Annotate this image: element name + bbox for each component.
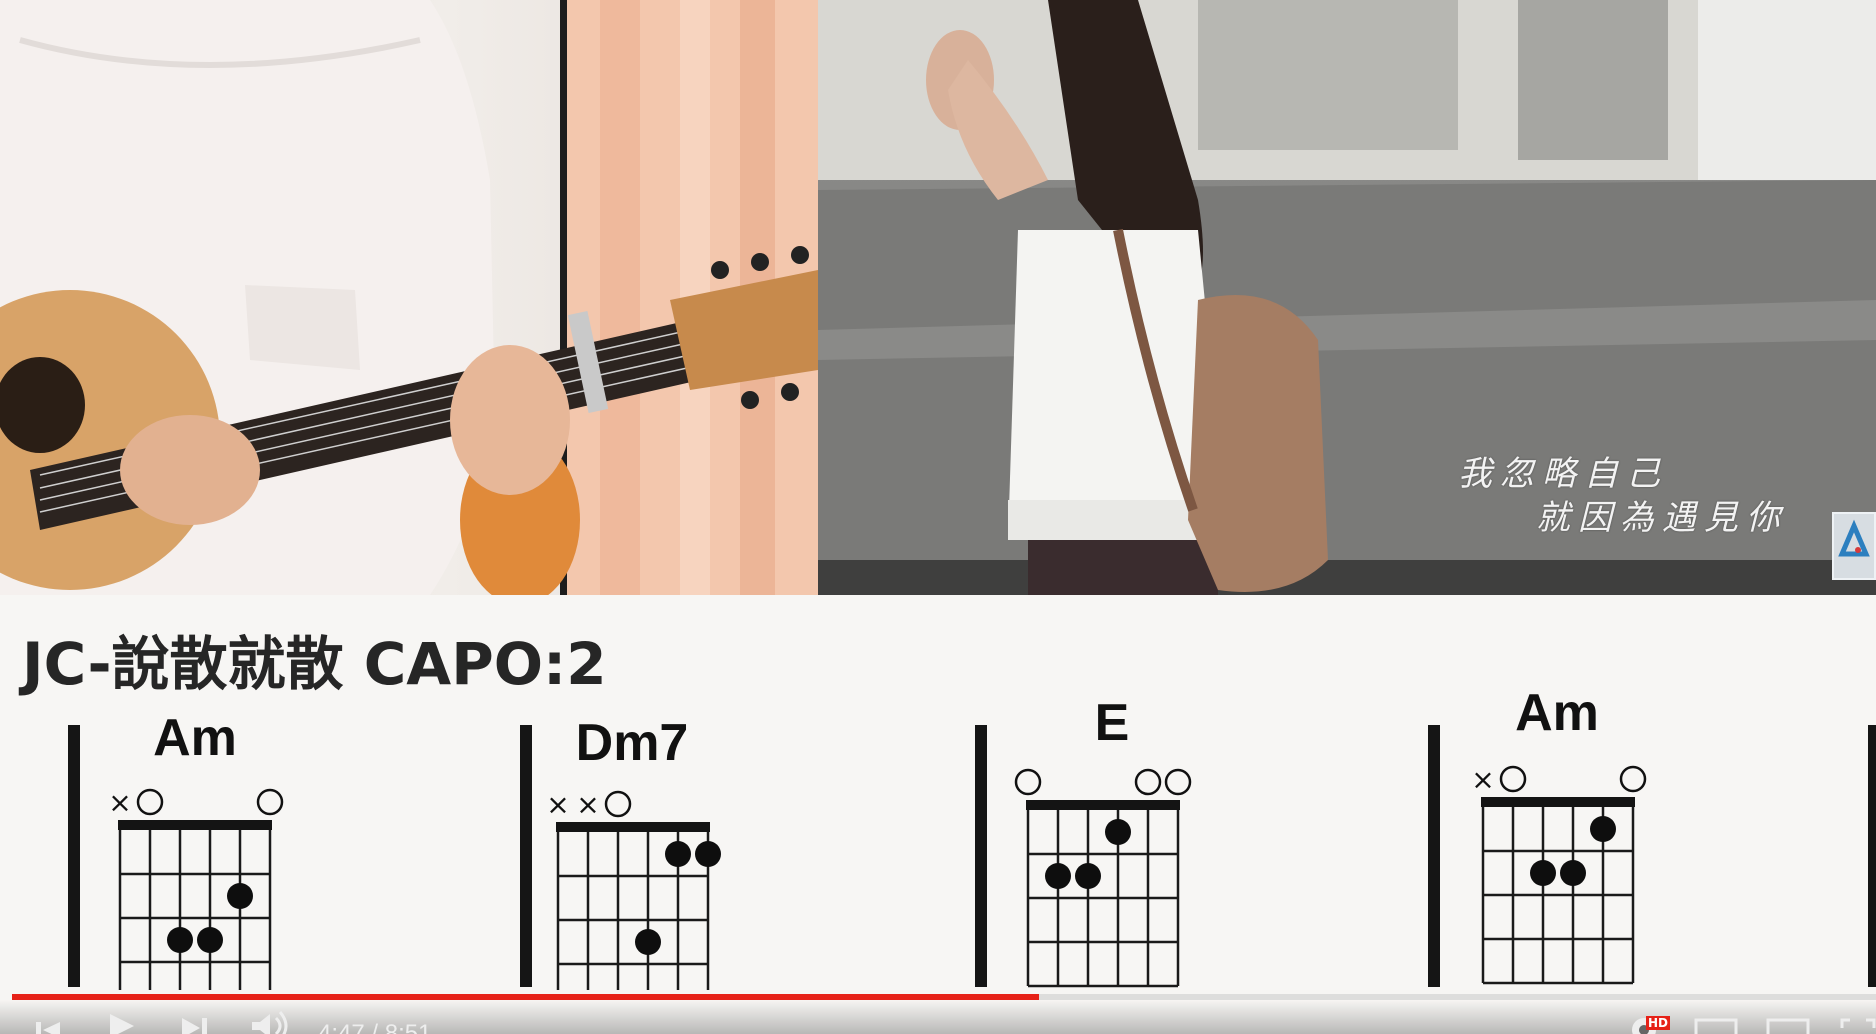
time-separator: / bbox=[371, 1020, 379, 1034]
video-player[interactable]: 我忽略自己 就因為遇見你 JC-說散就散 CAPO:2 Am × Dm7 × × E Am × bbox=[0, 0, 1876, 1034]
finger-dot bbox=[227, 883, 253, 909]
measure-bar bbox=[520, 725, 532, 987]
finger-dot bbox=[197, 927, 223, 953]
open-string-marker bbox=[604, 790, 632, 818]
chord-name: Am bbox=[153, 709, 237, 767]
music-video-scene: 我忽略自己 就因為遇見你 bbox=[818, 0, 1876, 595]
open-string-marker bbox=[136, 788, 164, 816]
chord-diagrams: Am×Dm7× ×E Am× bbox=[68, 684, 1876, 990]
theater-icon[interactable] bbox=[1766, 1000, 1810, 1034]
chord-sheet-panel: JC-說散就散 CAPO:2 Am × Dm7 × × E Am × bbox=[0, 595, 1876, 990]
chord-nut bbox=[118, 820, 272, 830]
finger-dot bbox=[1590, 816, 1616, 842]
muted-string-marker: × bbox=[108, 786, 131, 819]
measure-bar bbox=[1428, 725, 1440, 987]
lyric-line-2: 就因為遇見你 bbox=[1536, 498, 1788, 538]
miniplayer-icon[interactable] bbox=[1694, 1000, 1738, 1034]
chord-nut bbox=[1481, 797, 1635, 807]
chord-name: Am bbox=[1515, 684, 1599, 742]
chord-nut bbox=[556, 822, 710, 832]
next-icon[interactable] bbox=[180, 1000, 214, 1034]
open-string-marker bbox=[1619, 765, 1647, 793]
finger-dot bbox=[1045, 863, 1071, 889]
previous-icon[interactable] bbox=[34, 1000, 64, 1034]
finger-dot bbox=[665, 841, 691, 867]
finger-dot bbox=[167, 927, 193, 953]
open-string-marker bbox=[1134, 768, 1162, 796]
duration: 8:51 bbox=[384, 1020, 432, 1034]
lyric-subtitle: 我忽略自己 就因為遇見你 bbox=[1458, 452, 1788, 540]
time-display: 4:47 / 8:51 bbox=[318, 1020, 431, 1034]
measure-bar bbox=[68, 725, 80, 987]
volume-icon[interactable] bbox=[250, 1000, 294, 1034]
play-icon[interactable] bbox=[104, 1000, 138, 1034]
guitar-scene-illustration bbox=[0, 0, 818, 595]
chord-nut bbox=[1026, 800, 1180, 810]
player-controls: 4:47 / 8:51 HD bbox=[0, 1000, 1876, 1034]
hd-badge: HD bbox=[1646, 1016, 1671, 1030]
guitar-player-scene bbox=[0, 0, 818, 595]
finger-dot bbox=[635, 929, 661, 955]
channel-logo-icon[interactable] bbox=[1832, 512, 1876, 580]
muted-string-marker: × bbox=[546, 788, 569, 821]
finger-dot bbox=[1105, 819, 1131, 845]
measure-bar bbox=[1868, 725, 1876, 987]
open-string-marker bbox=[1164, 768, 1192, 796]
open-string-marker bbox=[1014, 768, 1042, 796]
finger-dot bbox=[1560, 860, 1586, 886]
finger-dot bbox=[1530, 860, 1556, 886]
finger-dot bbox=[1075, 863, 1101, 889]
open-string-marker bbox=[256, 788, 284, 816]
muted-string-marker: × bbox=[1471, 763, 1494, 796]
muted-string-marker: × bbox=[576, 788, 599, 821]
chord-name: E bbox=[1095, 694, 1130, 752]
lyric-line-1: 我忽略自己 bbox=[1458, 454, 1668, 494]
chord-name: Dm7 bbox=[576, 714, 689, 772]
finger-dot bbox=[695, 841, 721, 867]
current-time: 4:47 bbox=[318, 1020, 365, 1034]
measure-bar bbox=[975, 725, 987, 987]
fullscreen-icon[interactable] bbox=[1840, 1000, 1876, 1034]
open-string-marker bbox=[1499, 765, 1527, 793]
